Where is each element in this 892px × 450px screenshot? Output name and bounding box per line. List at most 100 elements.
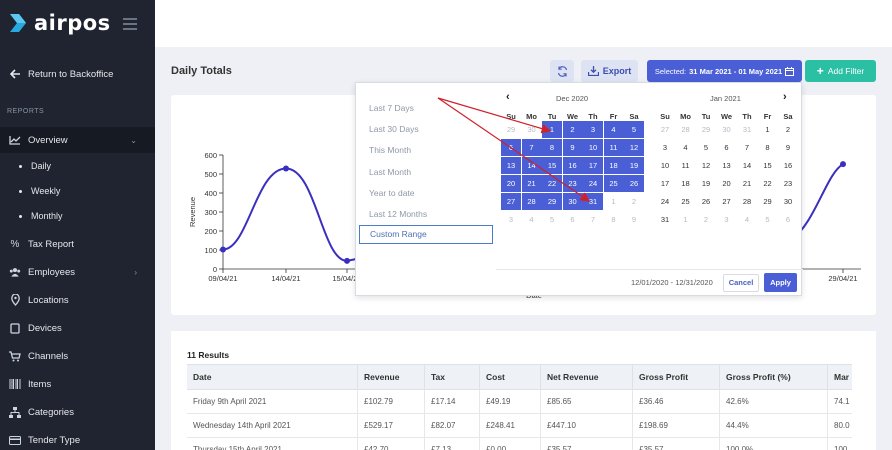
- calendar-day[interactable]: 1: [758, 121, 778, 138]
- calendar-day[interactable]: 19: [624, 157, 644, 174]
- calendar-day[interactable]: 26: [624, 175, 644, 192]
- sidebar-item-monthly[interactable]: Monthly: [19, 211, 63, 221]
- calendar-day[interactable]: 20: [501, 175, 521, 192]
- sidebar-item-channels[interactable]: Channels: [0, 349, 155, 363]
- calendar-day[interactable]: 1: [542, 121, 562, 138]
- calendar-day[interactable]: 29: [758, 193, 778, 210]
- calendar-day[interactable]: 4: [676, 139, 696, 156]
- calendar-day[interactable]: 18: [676, 175, 696, 192]
- calendar-day[interactable]: 31: [737, 121, 757, 138]
- sidebar-item-tax-report[interactable]: % Tax Report: [0, 237, 155, 251]
- refresh-button[interactable]: [550, 60, 574, 82]
- sidebar-item-categories[interactable]: Categories: [0, 405, 155, 419]
- calendar-day[interactable]: 12: [696, 157, 716, 174]
- calendar-day[interactable]: 21: [737, 175, 757, 192]
- calendar-day[interactable]: 26: [696, 193, 716, 210]
- calendar-day[interactable]: 17: [583, 157, 603, 174]
- calendar-day[interactable]: 27: [717, 193, 737, 210]
- calendar-day[interactable]: 8: [542, 139, 562, 156]
- export-button[interactable]: Export: [581, 60, 638, 82]
- calendar-day[interactable]: 8: [604, 211, 624, 228]
- calendar-day[interactable]: 21: [521, 175, 542, 192]
- column-header[interactable]: Revenue: [357, 365, 424, 389]
- calendar-day[interactable]: 2: [562, 121, 583, 138]
- calendar-day[interactable]: 3: [717, 211, 737, 228]
- calendar-day[interactable]: 5: [624, 121, 644, 138]
- next-month-icon[interactable]: ›: [783, 91, 787, 103]
- table-row[interactable]: Friday 9th April 2021 £102.79 £17.14 £49.19…: [187, 390, 852, 414]
- calendar-day[interactable]: 6: [501, 139, 521, 156]
- range-year-to-date[interactable]: Year to date: [369, 188, 415, 198]
- apply-button[interactable]: Apply: [764, 273, 797, 292]
- table-row[interactable]: Thursday 15th April 2021 £42.70 £7.13 £0.00…: [187, 438, 852, 450]
- calendar-day[interactable]: 30: [717, 121, 737, 138]
- sidebar-item-weekly[interactable]: Weekly: [19, 186, 60, 196]
- calendar-day[interactable]: 13: [501, 157, 521, 174]
- logo[interactable]: airpos: [8, 11, 111, 35]
- calendar-day[interactable]: 10: [583, 139, 603, 156]
- calendar-day[interactable]: 29: [696, 121, 716, 138]
- date-range-button[interactable]: Selected: 31 Mar 2021 - 01 May 2021: [647, 60, 802, 82]
- range-custom[interactable]: Custom Range: [359, 225, 493, 244]
- sidebar-item-overview[interactable]: Overview ⌄: [0, 127, 155, 153]
- calendar-day[interactable]: 2: [778, 121, 798, 138]
- calendar-day[interactable]: 30: [562, 193, 583, 210]
- column-header[interactable]: Cost: [479, 365, 540, 389]
- calendar-day[interactable]: 3: [655, 139, 675, 156]
- calendar-day[interactable]: 20: [717, 175, 737, 192]
- cancel-button[interactable]: Cancel: [723, 274, 759, 292]
- calendar-day[interactable]: 2: [624, 193, 644, 210]
- calendar-day[interactable]: 12: [624, 139, 644, 156]
- calendar-day[interactable]: 23: [562, 175, 583, 192]
- calendar-day[interactable]: 7: [583, 211, 603, 228]
- calendar-day[interactable]: 25: [603, 175, 624, 192]
- calendar-day[interactable]: 1: [676, 211, 696, 228]
- calendar-day[interactable]: 9: [778, 139, 798, 156]
- calendar-day[interactable]: 11: [676, 157, 696, 174]
- calendar-day[interactable]: 24: [655, 193, 675, 210]
- range-last-30-days[interactable]: Last 30 Days: [369, 124, 419, 134]
- calendar-day[interactable]: 4: [603, 121, 624, 138]
- calendar-day[interactable]: 6: [717, 139, 737, 156]
- sidebar-item-employees[interactable]: Employees ›: [0, 265, 155, 279]
- calendar-day[interactable]: 13: [717, 157, 737, 174]
- add-filter-button[interactable]: + Add Filter: [805, 60, 876, 82]
- calendar-day[interactable]: 4: [522, 211, 542, 228]
- calendar-day[interactable]: 24: [583, 175, 603, 192]
- calendar-day[interactable]: 3: [583, 121, 603, 138]
- calendar-day[interactable]: 7: [521, 139, 542, 156]
- calendar-day[interactable]: 16: [562, 157, 583, 174]
- calendar-day[interactable]: 15: [542, 157, 562, 174]
- column-header[interactable]: Gross Profit (%): [719, 365, 827, 389]
- calendar-day[interactable]: 30: [778, 193, 798, 210]
- range-last-12-months[interactable]: Last 12 Months: [369, 209, 427, 219]
- calendar-day[interactable]: 4: [737, 211, 757, 228]
- column-header[interactable]: Gross Profit: [632, 365, 719, 389]
- calendar-day[interactable]: 28: [676, 121, 696, 138]
- calendar-day[interactable]: 9: [562, 139, 583, 156]
- calendar-day[interactable]: 30: [522, 121, 542, 138]
- calendar-day[interactable]: 25: [676, 193, 696, 210]
- calendar-day[interactable]: 10: [655, 157, 675, 174]
- column-header[interactable]: Net Revenue: [540, 365, 632, 389]
- return-to-backoffice-link[interactable]: Return to Backoffice: [0, 67, 155, 81]
- calendar-day[interactable]: 17: [655, 175, 675, 192]
- calendar-day[interactable]: 8: [758, 139, 778, 156]
- calendar-day[interactable]: 5: [696, 139, 716, 156]
- sidebar-item-tender-type[interactable]: Tender Type: [0, 433, 155, 447]
- calendar-day[interactable]: 3: [501, 211, 521, 228]
- sidebar-item-daily[interactable]: Daily: [19, 161, 51, 171]
- column-header[interactable]: Date: [187, 365, 357, 389]
- column-header[interactable]: Tax: [424, 365, 479, 389]
- calendar-day[interactable]: 29: [542, 193, 562, 210]
- calendar-day[interactable]: 27: [501, 193, 521, 210]
- calendar-day[interactable]: 31: [583, 193, 603, 210]
- calendar-day[interactable]: 2: [696, 211, 716, 228]
- menu-toggle-icon[interactable]: [123, 18, 137, 33]
- calendar-day[interactable]: 5: [758, 211, 778, 228]
- sidebar-item-locations[interactable]: Locations: [0, 293, 155, 307]
- calendar-day[interactable]: 15: [758, 157, 778, 174]
- calendar-day[interactable]: 6: [778, 211, 798, 228]
- calendar-day[interactable]: 27: [655, 121, 675, 138]
- range-this-month[interactable]: This Month: [369, 145, 411, 155]
